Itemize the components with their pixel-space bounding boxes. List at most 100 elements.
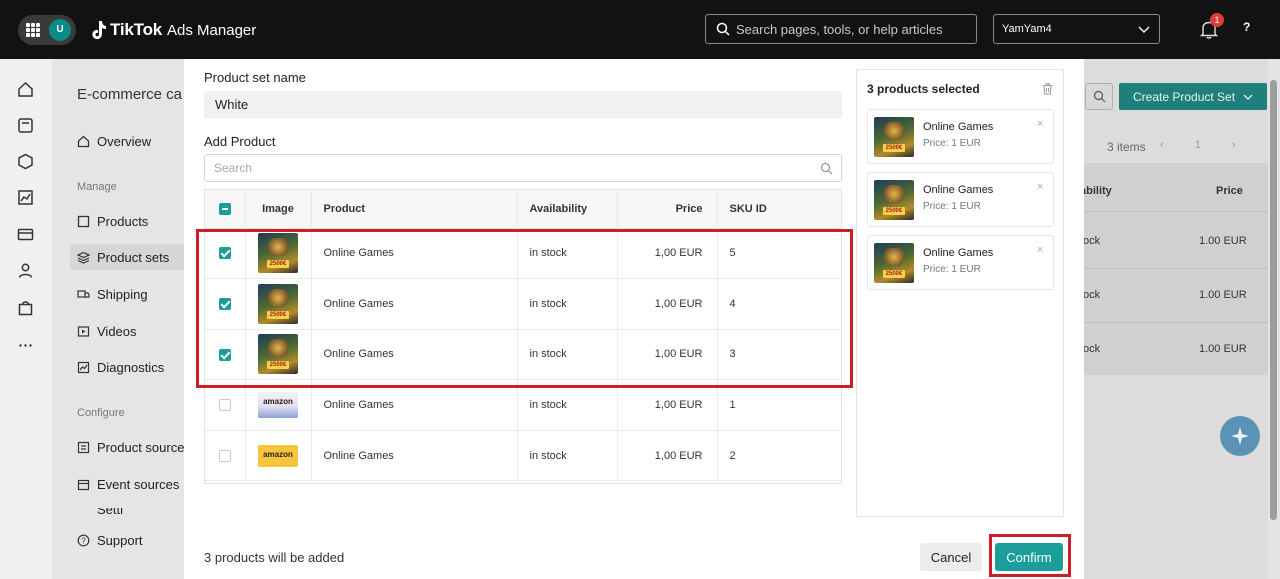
account-name: YamYam4	[1002, 23, 1052, 35]
cancel-button[interactable]: Cancel	[920, 543, 982, 571]
app-switcher[interactable]: U	[18, 15, 76, 45]
divider	[1064, 268, 1268, 269]
help-icon[interactable]: ?	[1243, 20, 1250, 34]
table-header: Image Product Availability Price SKU ID	[205, 190, 841, 229]
tiktok-ads-logo[interactable]: TikTok Ads Manager	[91, 19, 256, 41]
brand-name: TikTok	[110, 20, 163, 39]
remove-icon[interactable]: ×	[1037, 118, 1043, 130]
trash-icon[interactable]	[1041, 82, 1054, 95]
box-icon	[77, 215, 90, 227]
sku-id: 2	[717, 430, 841, 482]
product-thumbnail: 2500€	[874, 117, 914, 157]
col-sku[interactable]: SKU ID	[717, 190, 841, 229]
set-name-label: Product set name	[204, 70, 306, 85]
selected-product-price: Price: 1 EUR	[923, 264, 981, 275]
global-search[interactable]	[705, 14, 977, 44]
selected-product-name: Online Games	[923, 247, 994, 259]
campaign-icon[interactable]	[17, 117, 34, 134]
video-icon	[77, 325, 90, 337]
user-icon[interactable]	[17, 262, 34, 279]
sidebar-item-settings[interactable]: Setti	[77, 508, 123, 518]
left-rail	[0, 59, 52, 579]
apps-grid-icon	[26, 23, 40, 37]
search-icon	[716, 22, 730, 36]
sidebar-item-support[interactable]: ? Support	[77, 530, 143, 550]
payment-icon[interactable]	[17, 226, 34, 243]
diagnostics-icon	[77, 361, 90, 373]
set-name-input[interactable]	[204, 91, 842, 118]
product-name: Ads Manager	[167, 21, 257, 39]
col-availability[interactable]: Availability	[517, 190, 618, 229]
select-all-cell	[205, 190, 246, 229]
calendar-icon	[77, 479, 90, 490]
table-row[interactable]: amazon Online Games in stock 1,00 EUR 2	[205, 430, 841, 482]
product-search-input[interactable]	[205, 161, 820, 175]
col-product[interactable]: Product	[311, 190, 518, 229]
avatar[interactable]: U	[49, 19, 71, 41]
chevron-down-icon	[1138, 26, 1150, 33]
row-checkbox[interactable]	[218, 449, 231, 462]
availability: in stock	[517, 430, 618, 482]
bg-cell: ock	[1083, 235, 1101, 247]
more-icon[interactable]	[17, 337, 34, 354]
bg-cell: ock	[1083, 289, 1101, 301]
truck-icon	[77, 289, 90, 298]
footer-summary: 3 products will be added	[204, 550, 345, 565]
prev-page-icon[interactable]: ‹	[1160, 139, 1164, 151]
next-page-icon[interactable]: ›	[1232, 139, 1236, 151]
chevron-down-icon	[1243, 94, 1253, 100]
product-thumbnail: amazon	[258, 392, 298, 419]
product-search[interactable]	[204, 154, 842, 182]
product-thumbnail: 2500€	[874, 180, 914, 220]
row-checkbox[interactable]	[218, 399, 231, 412]
product-thumbnail: amazon	[258, 444, 298, 467]
select-all-checkbox[interactable]	[218, 202, 231, 215]
section-configure: Configure	[77, 407, 125, 419]
account-selector[interactable]: YamYam4	[993, 14, 1160, 44]
source-icon	[77, 441, 90, 453]
reporting-icon[interactable]	[17, 189, 34, 206]
background-search-button[interactable]	[1085, 83, 1113, 110]
selected-product-card: 2500€ Online Games Price: 1 EUR ×	[867, 235, 1054, 290]
create-product-set-button[interactable]: Create Product Set	[1119, 83, 1267, 110]
notification-badge: 1	[1210, 13, 1224, 27]
selected-product-card: 2500€ Online Games Price: 1 EUR ×	[867, 172, 1054, 227]
sidebar-item-videos[interactable]: Videos	[77, 321, 137, 341]
sidebar-item-diagnostics[interactable]: Diagnostics	[77, 357, 164, 377]
product-set-modal: Product set name Add Product Image Produ…	[184, 59, 1084, 579]
remove-icon[interactable]: ×	[1037, 181, 1043, 193]
sidebar-item-products[interactable]: Products	[77, 211, 148, 231]
search-icon	[1093, 90, 1106, 103]
sidebar-item-product-sets[interactable]: Product sets	[70, 244, 190, 270]
highlight-confirm	[989, 534, 1071, 577]
global-search-input[interactable]	[736, 21, 966, 37]
bg-cell: ock	[1083, 343, 1101, 355]
col-price[interactable]: Price	[617, 190, 718, 229]
bg-cell: 1.00 EUR	[1199, 235, 1247, 247]
selected-product-price: Price: 1 EUR	[923, 138, 981, 149]
search-icon	[820, 162, 833, 174]
selected-product-name: Online Games	[923, 184, 994, 196]
catalog-icon[interactable]	[17, 153, 34, 170]
divider	[1064, 211, 1268, 212]
page-title: E-commerce ca	[77, 86, 183, 103]
sidebar-item-event-sources[interactable]: Event sources	[77, 474, 179, 494]
home-icon[interactable]	[17, 81, 34, 98]
sidebar-item-product-sources[interactable]: Product sources	[77, 437, 191, 457]
assistant-bubble[interactable]	[1220, 416, 1260, 456]
help-circle-icon: ?	[77, 534, 90, 546]
shop-icon[interactable]	[17, 299, 34, 316]
remove-icon[interactable]: ×	[1037, 244, 1043, 256]
bg-cell: 1.00 EUR	[1199, 289, 1247, 301]
section-manage: Manage	[77, 181, 117, 193]
divider	[1064, 322, 1268, 323]
sparkle-icon	[1231, 427, 1249, 445]
selected-product-card: 2500€ Online Games Price: 1 EUR ×	[867, 109, 1054, 164]
page-number[interactable]: 1	[1195, 139, 1201, 151]
scrollbar-thumb[interactable]	[1270, 80, 1277, 520]
selected-product-name: Online Games	[923, 121, 994, 133]
highlight-selected-rows	[196, 229, 853, 388]
sidebar-item-shipping[interactable]: Shipping	[77, 284, 148, 304]
sidebar-item-overview[interactable]: Overview	[77, 131, 151, 151]
product-thumbnail: 2500€	[874, 243, 914, 283]
